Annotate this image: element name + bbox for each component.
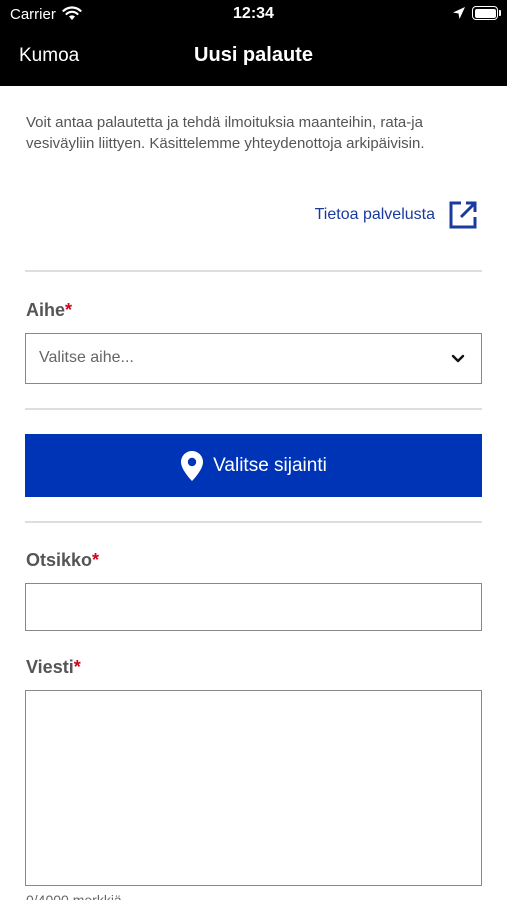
service-info-link[interactable]: Tietoa palvelusta	[315, 199, 479, 231]
map-pin-icon	[181, 450, 204, 481]
select-location-label: Valitse sijainti	[213, 454, 327, 476]
nav-bar: Kumoa Uusi palaute	[0, 28, 507, 86]
page-title: Uusi palaute	[194, 44, 313, 66]
battery-nub	[499, 10, 501, 16]
required-mark: *	[73, 657, 81, 677]
character-counter: 0/4000 merkkiä	[26, 892, 122, 900]
select-location-button[interactable]: Valitse sijainti	[25, 434, 482, 497]
location-arrow-icon	[453, 7, 465, 19]
service-info-link-label: Tietoa palvelusta	[314, 206, 435, 223]
divider	[25, 408, 482, 410]
topic-select-placeholder: Valitse aihe...	[39, 349, 134, 366]
chevron-down-icon	[451, 354, 465, 363]
required-mark: *	[65, 300, 73, 320]
topic-label-text: Aihe	[26, 300, 66, 320]
subject-label-text: Otsikko	[26, 550, 93, 570]
external-link-icon	[449, 201, 477, 229]
battery-icon	[472, 6, 498, 20]
topic-label: Aihe*	[26, 300, 72, 321]
subject-input[interactable]	[25, 583, 482, 631]
status-bar: Carrier 12:34	[0, 0, 507, 28]
intro-text: Voit antaa palautetta ja tehdä ilmoituks…	[26, 114, 425, 152]
message-label-text: Viesti	[26, 657, 74, 677]
divider	[25, 270, 482, 272]
message-textarea[interactable]	[25, 690, 482, 886]
subject-label: Otsikko*	[26, 550, 99, 571]
clock: 12:34	[233, 5, 274, 22]
divider	[25, 521, 482, 523]
required-mark: *	[92, 550, 100, 570]
message-label: Viesti*	[26, 657, 81, 678]
topic-select[interactable]: Valitse aihe...	[25, 333, 482, 384]
